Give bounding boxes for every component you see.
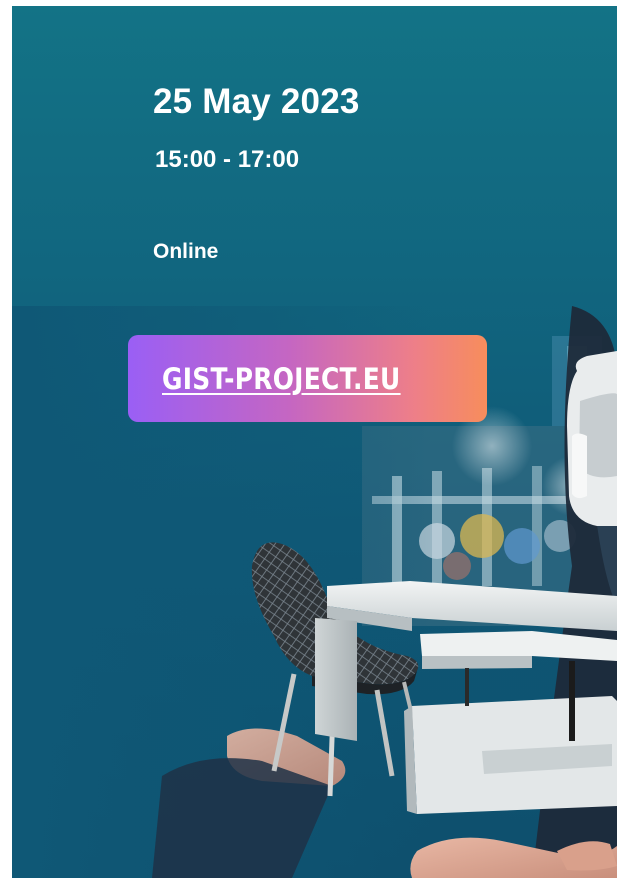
event-poster: 25 May 2023 15:00 - 17:00 Online GIST-PR… bbox=[12, 6, 617, 878]
virtual-office-illustration bbox=[12, 306, 617, 878]
event-date: 25 May 2023 bbox=[153, 82, 360, 121]
vr-headset-icon bbox=[567, 351, 617, 526]
project-website-link-label[interactable]: GIST-PROJECT.EU bbox=[162, 362, 401, 396]
right-hand bbox=[410, 837, 617, 878]
event-time: 15:00 - 17:00 bbox=[155, 146, 300, 173]
project-website-button[interactable]: GIST-PROJECT.EU bbox=[128, 335, 487, 422]
event-location: Online bbox=[153, 240, 219, 263]
